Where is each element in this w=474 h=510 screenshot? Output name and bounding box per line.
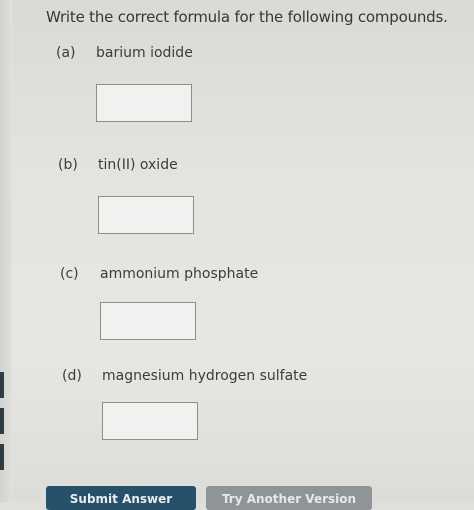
question-a-compound: barium iodide — [96, 45, 193, 61]
question-b-compound: tin(II) oxide — [98, 157, 178, 173]
edge-marker — [0, 408, 4, 434]
question-instruction: Write the correct formula for the follow… — [46, 8, 448, 26]
question-d-label: (d) magnesium hydrogen sulfate — [62, 368, 307, 384]
submit-answer-button[interactable]: Submit Answer — [46, 486, 196, 510]
question-b-letter: (b) — [58, 157, 78, 173]
question-b-label: (b) tin(II) oxide — [58, 157, 178, 173]
answer-field-b[interactable] — [98, 196, 194, 234]
question-page: Write the correct formula for the follow… — [0, 0, 474, 510]
question-c-label: (c) ammonium phosphate — [60, 266, 258, 282]
question-a-letter: (a) — [56, 45, 76, 61]
answer-field-a[interactable] — [96, 84, 192, 122]
question-a-label: (a) barium iodide — [56, 45, 193, 61]
edge-marker — [0, 372, 4, 398]
edge-marker — [0, 444, 4, 470]
answer-field-c[interactable] — [100, 302, 196, 340]
question-c-compound: ammonium phosphate — [100, 266, 259, 282]
question-d-letter: (d) — [62, 368, 82, 384]
try-another-version-button[interactable]: Try Another Version — [206, 486, 372, 510]
question-c-letter: (c) — [60, 266, 79, 282]
window-left-edge — [0, 0, 12, 502]
question-d-compound: magnesium hydrogen sulfate — [102, 368, 308, 384]
answer-field-d[interactable] — [102, 402, 198, 440]
